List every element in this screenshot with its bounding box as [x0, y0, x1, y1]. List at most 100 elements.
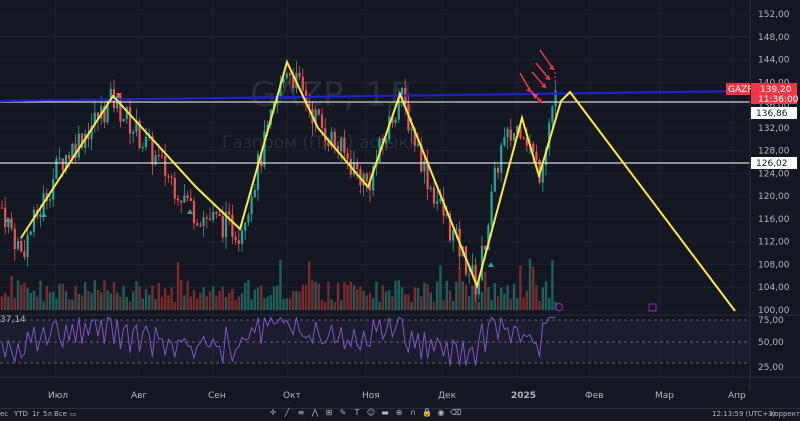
volume-bar [32, 291, 36, 310]
candle-body [212, 211, 215, 220]
volume-bar [282, 298, 285, 310]
candle-body [48, 199, 52, 201]
timeframe-5y[interactable]: 5л [43, 410, 52, 418]
adjustment-mode[interactable]: коррект. [770, 410, 800, 418]
volume-bar [404, 294, 407, 310]
volume-bar [330, 299, 333, 310]
eye-icon[interactable]: ◉ [436, 408, 446, 418]
cursor-icon[interactable]: ✛ [268, 408, 278, 418]
volume-bar [490, 299, 493, 310]
volume-bar [356, 289, 359, 310]
volume-bar [477, 301, 480, 310]
volume-bar [493, 283, 496, 310]
volume-bar [500, 287, 503, 310]
volume-bar [189, 296, 192, 310]
candle-body [506, 129, 509, 138]
candle-body [23, 251, 26, 258]
candle-body [183, 195, 186, 203]
candle-body [317, 109, 320, 115]
volume-bar [212, 285, 215, 310]
candle-body [234, 236, 237, 241]
volume-bar [61, 283, 64, 310]
volume-bar [276, 285, 279, 310]
volume-bar [349, 281, 352, 310]
timeframe-all[interactable]: Все [54, 410, 67, 418]
volume-bar [528, 258, 532, 310]
volume-bar [141, 298, 144, 310]
volume-bar [122, 285, 125, 310]
text-icon[interactable]: T [352, 408, 362, 418]
candle-body [13, 228, 16, 250]
volume-bar [39, 280, 42, 310]
volume-bar [522, 297, 525, 310]
volume-bar [196, 298, 199, 310]
candle-body [215, 211, 218, 214]
lock-icon[interactable]: 🔒 [422, 408, 432, 418]
candle-body [320, 114, 324, 128]
volume-bar [234, 300, 237, 310]
zoom-icon[interactable]: ⊕ [394, 408, 404, 418]
volume-bar [10, 275, 13, 310]
volume-bar [221, 286, 224, 310]
forecast-icon[interactable]: ⊞ [324, 408, 334, 418]
candle-body [10, 218, 13, 229]
volume-bar [397, 280, 400, 310]
magnet-icon[interactable]: ∩ [408, 408, 418, 418]
trash-icon[interactable]: ⌫ [450, 408, 461, 418]
fib-icon[interactable]: ≡ [296, 408, 306, 418]
volume-bar [272, 286, 276, 310]
price-tick: 120,00 [758, 192, 790, 202]
volume-bar [68, 298, 71, 310]
volume-bar [256, 287, 260, 310]
volume-bar [106, 290, 109, 310]
volume-bar [173, 301, 176, 310]
volume-bar [253, 289, 256, 310]
clock-display[interactable]: 12:13:59 (UTC+3) [712, 410, 775, 418]
volume-bar [208, 291, 212, 310]
candle-body [173, 178, 176, 199]
volume-bar [64, 291, 68, 310]
volume-bar [23, 282, 26, 310]
volume-bar [551, 259, 554, 310]
candle-body [346, 152, 349, 159]
volume-bar [237, 296, 240, 310]
candle-body [429, 187, 432, 189]
ruler-icon[interactable]: ▬ [380, 408, 390, 418]
volume-bar [506, 285, 509, 310]
volume-bar [429, 292, 432, 310]
volume-bar [436, 281, 439, 310]
volume-bar [266, 296, 269, 310]
candle-body [141, 147, 144, 149]
rsi-tick: 25,00 [758, 363, 784, 373]
timeframe-ytd[interactable]: YTD [14, 410, 28, 418]
volume-bar [426, 283, 429, 310]
countdown-tag: 11:36:00 [758, 95, 799, 105]
volume-bar [176, 262, 180, 310]
candle-body [160, 155, 164, 157]
candle-body [452, 229, 455, 241]
volume-bar [340, 300, 343, 310]
calendar-icon[interactable]: ▭ [70, 410, 77, 418]
volume-bar [416, 288, 420, 310]
volume-bar [458, 267, 461, 310]
candle-body [253, 189, 256, 198]
volume-bar [119, 296, 122, 310]
brush-icon[interactable]: ✎ [338, 408, 348, 418]
price-chart[interactable]: GAZP, 1Д Газпром (ПАО) ао ыкн. 37,14 152… [0, 0, 800, 420]
candle-body [4, 207, 7, 228]
volume-bar [314, 281, 317, 310]
volume-bar [109, 293, 112, 310]
volume-bar [7, 296, 10, 310]
trendline-icon[interactable]: ╱ [282, 408, 292, 418]
time-axis[interactable]: Июл Авг Сен Окт Ноя Дек 2025 Фев Мар Апр [48, 391, 746, 401]
volume-bar [154, 298, 157, 310]
timeframe-1y[interactable]: 1г [32, 410, 40, 418]
volume-bar [4, 292, 7, 310]
emoji-icon[interactable]: ☺ [366, 408, 376, 418]
volume-bar [375, 281, 378, 310]
timeframe-range[interactable]: ес [0, 410, 8, 418]
volume-bar [423, 282, 426, 310]
volume-bar [516, 298, 519, 310]
pattern-icon[interactable]: ⋀ [310, 408, 320, 418]
volume-bar [532, 266, 535, 310]
